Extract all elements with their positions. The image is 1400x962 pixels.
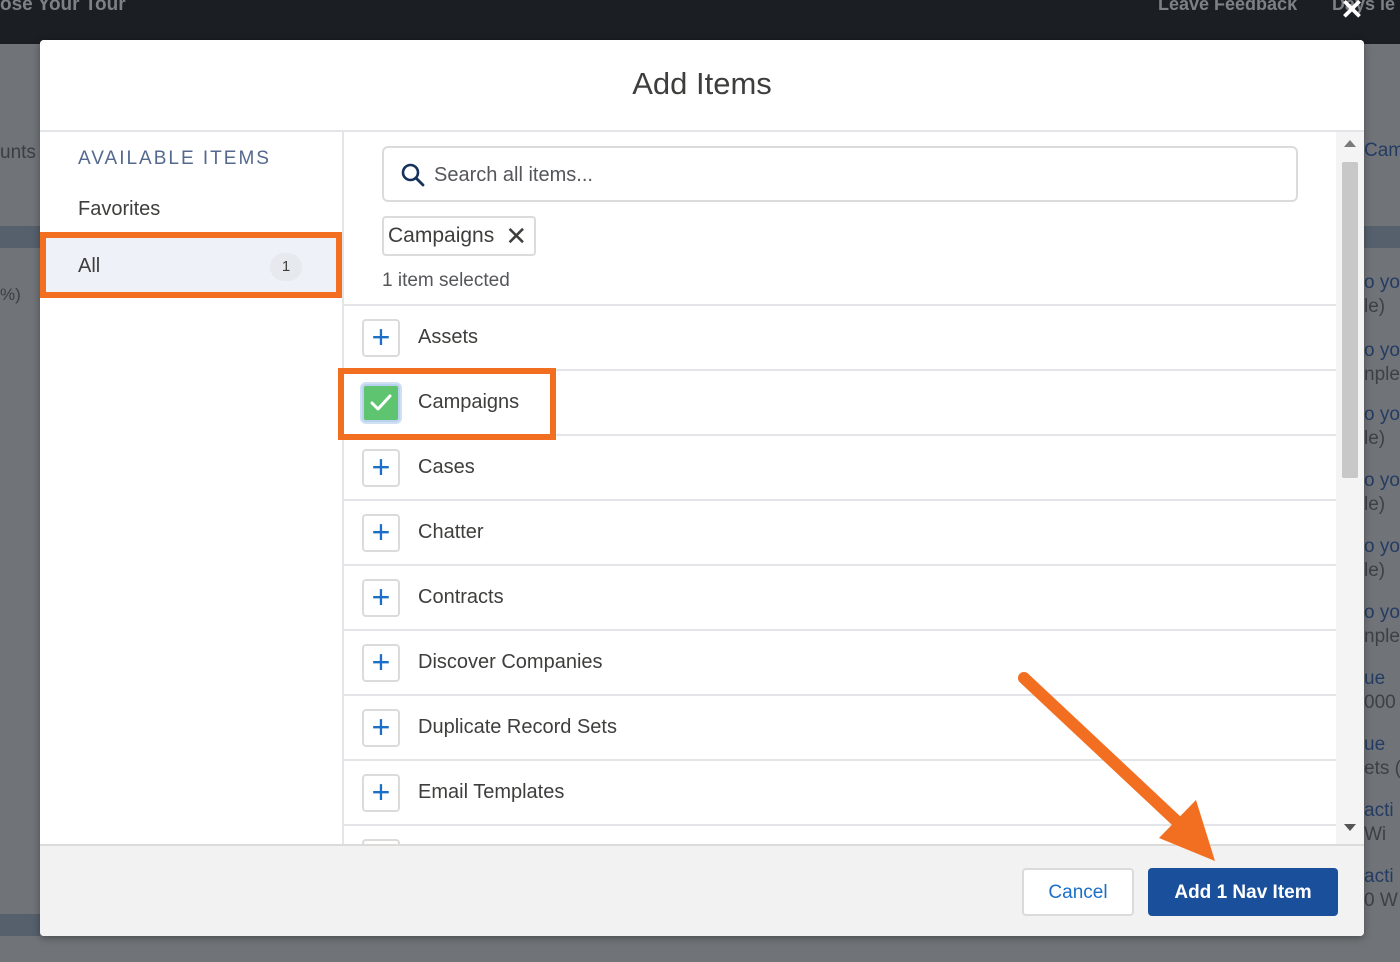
add-nav-item-button[interactable]: Add 1 Nav Item (1148, 868, 1338, 916)
background-fragment: acti (1364, 866, 1394, 887)
background-fragment: o yo (1364, 536, 1400, 557)
top-bar: ose Your Tour Leave Feedback Days le ✕ (0, 0, 1400, 44)
plus-icon[interactable]: + (362, 449, 400, 487)
cancel-button[interactable]: Cancel (1022, 868, 1134, 916)
background-fragment: nple (1364, 626, 1400, 647)
background-fragment: Cam (1364, 140, 1400, 161)
list-item-label: Email Templates (418, 781, 565, 803)
scroll-up-arrow-icon[interactable] (1344, 140, 1356, 147)
annotation-highlight-campaigns (338, 368, 556, 440)
background-fragment: 0 W (1364, 890, 1398, 911)
list-item-label: Chatter (418, 521, 484, 543)
background-fragment: nple (1364, 364, 1400, 385)
list-item[interactable]: + Contracts (344, 566, 1336, 631)
scroll-down-arrow-icon[interactable] (1344, 824, 1356, 831)
background-band-bottom (0, 914, 40, 936)
selected-item-pill-label: Campaigns (388, 224, 495, 247)
background-fragment: o yo (1364, 602, 1400, 623)
background-fragment: le) (1364, 494, 1386, 515)
background-fragment: ue (1364, 734, 1386, 755)
selected-item-pill: Campaigns ✕ (382, 216, 537, 256)
background-fragment: le) (1364, 560, 1386, 581)
list-item-label: Cases (418, 456, 475, 478)
plus-icon[interactable]: + (362, 709, 400, 747)
background-fragment: o yo (1364, 404, 1400, 425)
list-item[interactable]: + Cases (344, 436, 1336, 501)
annotation-arrow-icon (1018, 672, 1215, 861)
close-icon[interactable]: ✕ (1338, 0, 1366, 24)
list-item-label: Assets (418, 326, 479, 348)
background-left-pct: %) (0, 285, 21, 304)
list-item[interactable]: + Assets (344, 306, 1336, 371)
background-left-text: unts (0, 142, 36, 163)
list-item-label: Duplicate Record Sets (418, 716, 617, 738)
search-icon (401, 163, 425, 187)
list-item-label: Discover Companies (418, 651, 603, 673)
background-fragment: ets ( (1364, 758, 1400, 779)
background-fragment: 000 (1364, 692, 1396, 713)
close-icon[interactable]: ✕ (504, 223, 528, 249)
background-fragment: Wi (1364, 824, 1387, 845)
list-item-label: Contracts (418, 586, 504, 608)
plus-icon[interactable]: + (362, 644, 400, 682)
background-band-right (1364, 226, 1400, 248)
modal-title: Add Items (632, 66, 772, 101)
background-fragment: le) (1364, 296, 1386, 317)
search-input[interactable] (432, 156, 1276, 194)
selected-count-text: 1 item selected (382, 270, 510, 291)
list-item[interactable]: + Chatter (344, 501, 1336, 566)
background-fragment: o yo (1364, 340, 1400, 361)
background-fragment: acti (1364, 800, 1394, 821)
background-band (0, 226, 40, 248)
background-fragment: o yo (1364, 470, 1400, 491)
plus-icon[interactable]: + (362, 319, 400, 357)
background-fragment: le) (1364, 428, 1386, 449)
scrollbar-thumb[interactable] (1342, 162, 1358, 478)
background-fragment: o yo (1364, 272, 1400, 293)
annotation-highlight-all (40, 232, 342, 298)
plus-icon[interactable]: + (362, 579, 400, 617)
modal-header: Add Items (40, 40, 1364, 132)
tour-link[interactable]: ose Your Tour (0, 0, 126, 16)
available-items-heading: AVAILABLE ITEMS (78, 148, 271, 169)
nav-item-favorites[interactable]: Favorites (78, 198, 160, 221)
background-fragment: ue (1364, 668, 1386, 689)
scrollbar[interactable] (1336, 132, 1364, 844)
leave-feedback-link[interactable]: Leave Feedback (1158, 0, 1297, 15)
search-box[interactable] (382, 146, 1298, 202)
plus-icon[interactable]: + (362, 774, 400, 812)
plus-icon[interactable]: + (362, 514, 400, 552)
